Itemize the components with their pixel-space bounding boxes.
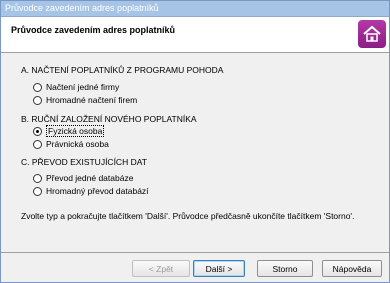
option-pravnicka-osoba[interactable]: Právnická osoba [33, 138, 109, 150]
title-bar[interactable]: Průvodce zavedením adres poplatníků [1, 1, 389, 17]
home-icon [358, 20, 386, 48]
wizard-header: Průvodce zavedením adres poplatníků [1, 17, 389, 53]
back-button[interactable]: < Zpět [132, 260, 190, 277]
radio-label: Fyzická osoba [46, 125, 105, 137]
option-nacteni-jedne-firmy[interactable]: Načtení jedné firmy [33, 81, 119, 93]
footer-divider [1, 252, 389, 253]
option-prevod-jedne-databaze[interactable]: Převod jedné databáze [33, 172, 133, 184]
section-a-title: A. NAČTENÍ POPLATNÍKŮ Z PROGRAMU POHODA [21, 65, 224, 75]
option-fyzicka-osoba[interactable]: Fyzická osoba [33, 125, 105, 137]
radio-label: Hromadný převod databází [46, 186, 149, 196]
help-button[interactable]: Nápověda [322, 260, 382, 277]
radio-label: Načtení jedné firmy [46, 82, 120, 92]
cancel-button[interactable]: Storno [257, 260, 313, 277]
option-hromadne-nacteni-firem[interactable]: Hromadné načtení firem [33, 94, 137, 106]
header-title: Průvodce zavedením adres poplatníků [11, 25, 176, 35]
section-b-title: B. RUČNÍ ZALOŽENÍ NOVÉHO POPLATNÍKA [21, 114, 197, 124]
radio-label: Převod jedné databáze [46, 173, 134, 183]
instruction-text: Zvolte typ a pokračujte tlačítkem 'Další… [21, 211, 355, 221]
section-c-title: C. PŘEVOD EXISTUJÍCÍCH DAT [21, 157, 147, 167]
wizard-content: A. NAČTENÍ POPLATNÍKŮ Z PROGRAMU POHODA … [1, 54, 389, 254]
next-button[interactable]: Další > [193, 260, 245, 277]
radio-button[interactable] [33, 95, 42, 105]
radio-button[interactable] [33, 139, 42, 149]
window-title: Průvodce zavedením adres poplatníků [5, 3, 159, 13]
radio-button[interactable] [33, 186, 42, 196]
radio-button[interactable] [33, 82, 42, 92]
wizard-window: Průvodce zavedením adres poplatníků Prův… [0, 0, 390, 283]
option-hromadny-prevod-databazi[interactable]: Hromadný převod databází [33, 185, 149, 197]
radio-label: Hromadné načtení firem [46, 95, 138, 105]
radio-button-selected[interactable] [33, 126, 42, 136]
radio-label: Právnická osoba [46, 139, 109, 149]
radio-button[interactable] [33, 173, 42, 183]
